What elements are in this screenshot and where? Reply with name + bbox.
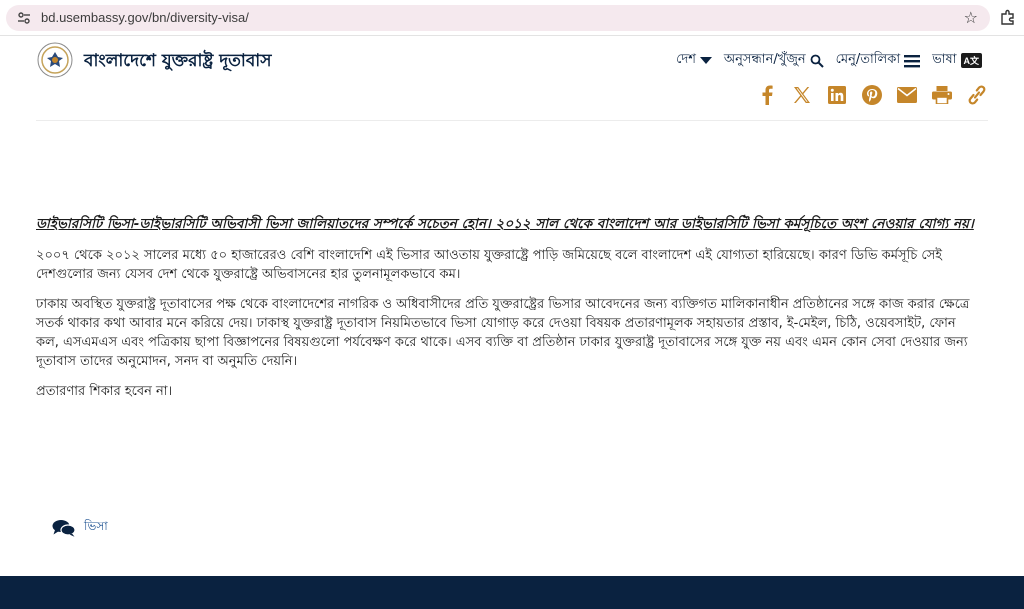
facebook-icon[interactable]	[756, 84, 778, 106]
article-headline: ডাইভারসিটি ভিসা-ডাইভারসিটি অভিবাসী ভিসা …	[36, 216, 974, 232]
nav-country-dropdown[interactable]: দেশ	[676, 50, 712, 71]
browser-toolbar: bd.usembassy.gov/bn/diversity-visa/ ☆	[0, 0, 1024, 36]
link-icon[interactable]	[966, 84, 988, 106]
nav-menu-button[interactable]: মেনু/তালিকা	[835, 50, 921, 71]
article-paragraph-2: ঢাকায় অবস্থিত যুক্তরাষ্ট্র দূতাবাসের পক…	[36, 297, 970, 369]
nav-country-label: দেশ	[676, 52, 696, 67]
search-icon	[810, 54, 824, 68]
address-bar[interactable]: bd.usembassy.gov/bn/diversity-visa/ ☆	[6, 5, 990, 31]
footer	[0, 576, 1024, 609]
caret-down-icon	[699, 57, 712, 64]
speech-bubbles-icon	[52, 520, 76, 537]
embassy-seal-logo[interactable]	[37, 42, 73, 78]
nav-language-button[interactable]: ভাষা A文	[932, 50, 982, 71]
header-divider	[36, 120, 988, 121]
nav-menu-label: মেনু/তালিকা	[835, 52, 901, 67]
article-paragraph-3: প্রতারণার শিকার হবেন না।	[36, 384, 173, 399]
article-content: ডাইভারসিটি ভিসা-ডাইভারসিটি অভিবাসী ভিসা …	[36, 214, 976, 412]
nav-language-label: ভাষা	[932, 52, 957, 67]
pinterest-icon[interactable]	[861, 84, 883, 106]
site-title[interactable]: বাংলাদেশে যুক্তরাষ্ট্র দূতাবাস	[84, 48, 271, 76]
tag-row: ভিসা	[52, 518, 108, 538]
email-icon[interactable]	[896, 84, 918, 106]
url-text[interactable]: bd.usembassy.gov/bn/diversity-visa/	[41, 10, 249, 25]
bookmark-star-icon[interactable]: ☆	[964, 8, 978, 28]
x-icon[interactable]	[791, 84, 813, 106]
tag-link-visa[interactable]: ভিসা	[84, 518, 108, 538]
nav-search-label: অনুসন্ধান/খুঁজুন	[723, 52, 806, 67]
translate-icon: A文	[960, 53, 982, 68]
share-toolbar	[756, 84, 988, 106]
nav-search-button[interactable]: অনুসন্ধান/খুঁজুন	[724, 50, 824, 71]
top-nav: দেশ অনুসন্ধান/খুঁজুন মেনু/তালিকা ভাষা A文	[676, 50, 982, 71]
article-paragraph-1: ২০০৭ থেকে ২০১২ সালের মধ্যে ৫০ হাজারেরও ব…	[36, 248, 943, 282]
print-icon[interactable]	[931, 84, 953, 106]
hamburger-menu-icon	[904, 54, 921, 67]
site-info-icon[interactable]	[16, 10, 32, 26]
site-header: বাংলাদেশে যুক্তরাষ্ট্র দূতাবাস দেশ অনুসন…	[0, 36, 1024, 122]
extensions-icon[interactable]	[999, 8, 1017, 26]
linkedin-icon[interactable]	[826, 84, 848, 106]
